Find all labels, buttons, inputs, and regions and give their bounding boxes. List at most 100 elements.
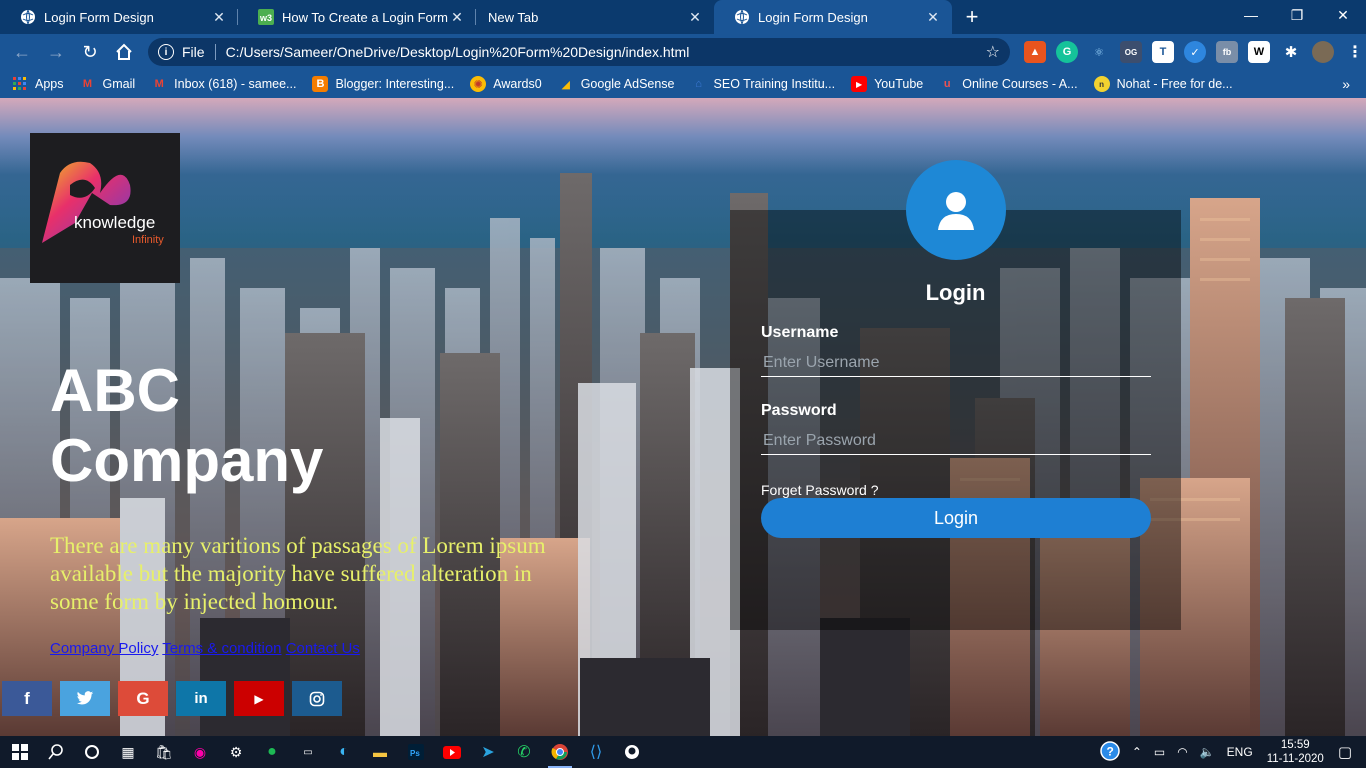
minimize-icon[interactable]: — xyxy=(1228,0,1274,30)
svg-text:Ps: Ps xyxy=(410,749,420,758)
site-logo[interactable]: knowledge Infinity xyxy=(30,133,180,283)
vscode-icon[interactable]: ⟨⟩ xyxy=(578,736,614,768)
volume-icon[interactable]: 🔈 xyxy=(1200,745,1215,759)
tab-strip: Login Form Design ✕ w3 How To Create a L… xyxy=(0,0,1366,34)
close-icon[interactable]: ✕ xyxy=(210,8,228,26)
back-icon[interactable]: ← xyxy=(6,36,38,68)
search-icon[interactable] xyxy=(38,736,74,768)
tab-new-tab[interactable]: New Tab ✕ xyxy=(476,0,714,34)
battery-icon[interactable]: ▭ xyxy=(1154,745,1165,759)
link-company-policy[interactable]: Company Policy xyxy=(50,640,158,657)
windows-start-icon[interactable] xyxy=(2,736,38,768)
bookmark-awards[interactable]: ✺ Awards0 xyxy=(470,76,542,92)
footer-links: Company Policy Terms & condition Contact… xyxy=(50,640,360,657)
bookmark-inbox[interactable]: M Inbox (618) - samee... xyxy=(151,76,297,92)
new-tab-button[interactable]: + xyxy=(952,0,992,34)
close-icon[interactable]: ✕ xyxy=(448,8,466,26)
instagram-icon[interactable] xyxy=(292,681,342,716)
login-button[interactable]: Login xyxy=(761,498,1151,538)
og-extension-icon[interactable]: OG xyxy=(1120,41,1142,63)
extension-icon[interactable]: ▲ xyxy=(1024,41,1046,63)
company-line-1: ABC xyxy=(50,357,180,424)
forward-icon[interactable]: → xyxy=(40,36,72,68)
w-extension-icon[interactable]: W xyxy=(1248,41,1270,63)
terminal-icon[interactable]: ▭ xyxy=(290,736,326,768)
t-extension-icon[interactable]: T xyxy=(1152,41,1174,63)
chrome-icon[interactable] xyxy=(542,736,578,768)
google-icon[interactable]: G xyxy=(118,681,168,716)
chevron-up-icon[interactable]: ⌃ xyxy=(1132,745,1142,759)
react-devtools-icon[interactable]: ⚛ xyxy=(1088,41,1110,63)
menu-dots-icon[interactable]: ⋮ xyxy=(1344,41,1366,63)
forgot-password-link[interactable]: Forget Password ? xyxy=(761,482,879,498)
media-player-icon[interactable]: ◉ xyxy=(182,736,218,768)
close-icon[interactable]: ✕ xyxy=(686,8,704,26)
edge-icon[interactable]: ◐ xyxy=(326,736,362,768)
grammarly-icon[interactable]: G xyxy=(1056,41,1078,63)
store-icon[interactable]: 🛍 xyxy=(146,736,182,768)
info-icon[interactable]: i xyxy=(158,44,174,60)
bookmark-youtube[interactable]: ▶ YouTube xyxy=(851,76,923,92)
youtube-icon[interactable]: ▶ xyxy=(234,681,284,716)
award-icon: ✺ xyxy=(470,76,487,92)
bookmarks-overflow-icon[interactable]: » xyxy=(1342,76,1350,92)
notifications-icon[interactable]: ▢ xyxy=(1338,743,1352,761)
seo-icon: ⌂ xyxy=(695,78,702,90)
help-icon[interactable]: ? xyxy=(1100,740,1120,764)
svg-text:?: ? xyxy=(1106,744,1113,758)
bookmark-star-icon[interactable]: ☆ xyxy=(986,42,1000,62)
twitter-icon[interactable] xyxy=(60,681,110,716)
facebook-icon[interactable]: f xyxy=(2,681,52,716)
udemy-icon: u xyxy=(943,78,951,90)
close-icon[interactable]: ✕ xyxy=(924,8,942,26)
whatsapp-icon[interactable]: ✆ xyxy=(506,736,542,768)
bookmark-adsense[interactable]: ◢ Google AdSense xyxy=(558,76,674,92)
home-icon[interactable] xyxy=(108,36,140,68)
task-view-icon[interactable]: ▦ xyxy=(110,736,146,768)
bookmark-seo[interactable]: ⌂ SEO Training Institu... xyxy=(691,76,835,92)
password-input[interactable] xyxy=(761,427,1151,455)
tab-login-form-design-active[interactable]: Login Form Design ✕ xyxy=(714,0,952,34)
blogger-icon: B xyxy=(312,76,329,92)
cortana-icon[interactable] xyxy=(74,736,110,768)
photoshop-icon[interactable]: Ps xyxy=(398,736,434,768)
url-text[interactable]: C:/Users/Sameer/OneDrive/Desktop/Login%2… xyxy=(226,44,986,60)
bookmark-udemy[interactable]: u Online Courses - A... xyxy=(939,76,1078,92)
nohat-icon: n xyxy=(1093,76,1110,92)
youtube-app-icon[interactable] xyxy=(434,736,470,768)
link-contact[interactable]: Contact Us xyxy=(286,640,360,657)
bookmark-label: Awards0 xyxy=(493,77,542,91)
puzzle-icon[interactable]: ✱ xyxy=(1280,41,1302,63)
settings-gear-icon[interactable]: ⚙ xyxy=(218,736,254,768)
bookmark-blogger[interactable]: B Blogger: Interesting... xyxy=(312,76,454,92)
tab-how-to-create[interactable]: w3 How To Create a Login Form ✕ xyxy=(238,0,476,34)
restore-icon[interactable]: ❐ xyxy=(1274,0,1320,30)
spotify-icon[interactable]: ● xyxy=(254,736,290,768)
bookmarks-bar: Apps M Gmail M Inbox (618) - samee... B … xyxy=(0,70,1366,98)
github-icon[interactable] xyxy=(614,736,650,768)
bookmark-nohat[interactable]: n Nohat - Free for de... xyxy=(1093,76,1233,92)
telegram-icon[interactable]: ➤ xyxy=(470,736,506,768)
check-extension-icon[interactable]: ✓ xyxy=(1184,41,1206,63)
w3schools-icon: w3 xyxy=(258,9,274,25)
tab-login-form-design[interactable]: Login Form Design ✕ xyxy=(0,0,238,34)
address-bar[interactable]: i File C:/Users/Sameer/OneDrive/Desktop/… xyxy=(148,38,1010,66)
reload-icon[interactable]: ↻ xyxy=(74,36,106,68)
file-explorer-icon[interactable]: ▬ xyxy=(362,736,398,768)
clock[interactable]: 15:59 11-11-2020 xyxy=(1267,738,1324,766)
wifi-icon[interactable]: ◠ xyxy=(1177,745,1187,759)
bookmark-apps[interactable]: Apps xyxy=(12,76,64,92)
gmail-icon: M xyxy=(82,78,93,90)
youtube-icon: ▶ xyxy=(851,76,868,92)
fb-extension-icon[interactable]: fb xyxy=(1216,41,1238,63)
profile-avatar[interactable] xyxy=(1312,41,1334,63)
bookmark-gmail[interactable]: M Gmail xyxy=(80,76,135,92)
linkedin-icon[interactable]: in xyxy=(176,681,226,716)
scheme-label: File xyxy=(182,44,205,60)
username-input[interactable] xyxy=(761,349,1151,377)
link-terms[interactable]: Terms & condition xyxy=(162,640,281,657)
windows-taskbar: ▦ 🛍 ◉ ⚙ ● ▭ ◐ ▬ Ps ➤ ✆ ⟨⟩ ? ⌃ ▭ ◠ 🔈 ENG … xyxy=(0,736,1366,768)
tab-title: Login Form Design xyxy=(758,9,868,25)
close-window-icon[interactable]: ✕ xyxy=(1320,0,1366,30)
language-indicator[interactable]: ENG xyxy=(1227,745,1253,759)
